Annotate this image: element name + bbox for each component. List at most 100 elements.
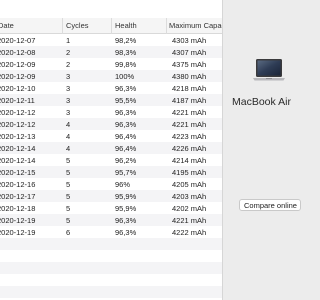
cell-capacity: 4195 mAh bbox=[172, 167, 207, 177]
cell-date: 2020-12-14 bbox=[0, 143, 36, 153]
cell-health: 96,3% bbox=[115, 119, 137, 129]
cell-date: 2020-12-19 bbox=[0, 227, 36, 237]
cell-cycles: 3 bbox=[66, 107, 71, 117]
panel-divider bbox=[222, 0, 223, 300]
table-row[interactable]: 2020-12-18 5 95,9% 4202 mAh bbox=[0, 202, 222, 214]
cell-date: 2020-12-17 bbox=[0, 191, 36, 201]
device-name: MacBook Air bbox=[232, 96, 291, 108]
cell-date: 2020-12-07 bbox=[0, 35, 36, 45]
cell-date: 2020-12-08 bbox=[0, 47, 36, 57]
cell-capacity: 4221 mAh bbox=[172, 107, 207, 117]
table-row[interactable]: 2020-12-12 3 96,3% 4221 mAh bbox=[0, 106, 222, 118]
cell-cycles: 3 bbox=[66, 71, 71, 81]
cell-date: 2020-12-12 bbox=[0, 107, 36, 117]
cell-health: 96,3% bbox=[115, 107, 137, 117]
column-header-health[interactable]: Health bbox=[115, 21, 137, 30]
table-row[interactable]: 2020-12-09 2 99,8% 4375 mAh bbox=[0, 58, 222, 70]
cell-date: 2020-12-16 bbox=[0, 179, 36, 189]
table-row[interactable]: 2020-12-15 5 95,7% 4195 mAh bbox=[0, 166, 222, 178]
cell-capacity: 4222 mAh bbox=[172, 227, 207, 237]
cell-health: 95,5% bbox=[115, 95, 137, 105]
cell-cycles: 5 bbox=[66, 191, 71, 201]
table-row[interactable]: 2020-12-13 4 96,4% 4223 mAh bbox=[0, 130, 222, 142]
cell-cycles: 4 bbox=[66, 143, 71, 153]
cell-cycles: 2 bbox=[66, 59, 71, 69]
cell-cycles: 5 bbox=[66, 155, 71, 165]
compare-online-button[interactable]: Compare online bbox=[239, 199, 301, 211]
table-row[interactable]: 2020-12-19 5 96,3% 4221 mAh bbox=[0, 214, 222, 226]
table-row[interactable] bbox=[0, 286, 222, 298]
cell-capacity: 4187 mAh bbox=[172, 95, 207, 105]
cell-capacity: 4307 mAh bbox=[172, 47, 207, 57]
cell-date: 2020-12-09 bbox=[0, 59, 36, 69]
cell-cycles: 1 bbox=[66, 35, 71, 45]
laptop-icon bbox=[252, 58, 286, 84]
table-row[interactable]: 2020-12-16 5 96% 4205 mAh bbox=[0, 178, 222, 190]
table-row[interactable]: 2020-12-11 3 95,5% 4187 mAh bbox=[0, 94, 222, 106]
table-row[interactable] bbox=[0, 262, 222, 274]
table-row[interactable] bbox=[0, 238, 222, 250]
table-row[interactable] bbox=[0, 250, 222, 262]
cell-cycles: 3 bbox=[66, 83, 71, 93]
cell-health: 95,9% bbox=[115, 191, 137, 201]
table-row[interactable]: 2020-12-17 5 95,9% 4203 mAh bbox=[0, 190, 222, 202]
cell-health: 96,3% bbox=[115, 227, 137, 237]
battery-history-table: Date Cycles Health Maximum Capacity 2020… bbox=[0, 0, 222, 300]
column-header-cycles[interactable]: Cycles bbox=[66, 21, 89, 30]
cell-health: 99,8% bbox=[115, 59, 137, 69]
table-row[interactable]: 2020-12-12 4 96,3% 4221 mAh bbox=[0, 118, 222, 130]
cell-health: 96,2% bbox=[115, 155, 137, 165]
cell-cycles: 4 bbox=[66, 131, 71, 141]
column-header-maximum-capacity[interactable]: Maximum Capacity bbox=[169, 21, 222, 30]
cell-date: 2020-12-19 bbox=[0, 215, 36, 225]
cell-capacity: 4375 mAh bbox=[172, 59, 207, 69]
cell-date: 2020-12-11 bbox=[0, 95, 35, 105]
table-row[interactable]: 2020-12-14 5 96,2% 4214 mAh bbox=[0, 154, 222, 166]
cell-cycles: 6 bbox=[66, 227, 71, 237]
cell-health: 96,3% bbox=[115, 215, 137, 225]
cell-date: 2020-12-14 bbox=[0, 155, 36, 165]
cell-health: 98,2% bbox=[115, 35, 137, 45]
table-row[interactable] bbox=[0, 274, 222, 286]
table-row[interactable]: 2020-12-07 1 98,2% 4303 mAh bbox=[0, 34, 222, 46]
cell-capacity: 4221 mAh bbox=[172, 215, 207, 225]
column-divider[interactable] bbox=[166, 18, 167, 34]
cell-capacity: 4202 mAh bbox=[172, 203, 207, 213]
cell-cycles: 2 bbox=[66, 47, 71, 57]
cell-date: 2020-12-10 bbox=[0, 83, 36, 93]
cell-health: 95,9% bbox=[115, 203, 137, 213]
cell-date: 2020-12-18 bbox=[0, 203, 36, 213]
table-row[interactable]: 2020-12-10 3 96,3% 4218 mAh bbox=[0, 82, 222, 94]
cell-health: 96,3% bbox=[115, 83, 137, 93]
cell-capacity: 4214 mAh bbox=[172, 155, 207, 165]
cell-cycles: 5 bbox=[66, 203, 71, 213]
table-body: 2020-12-07 1 98,2% 4303 mAh 2020-12-08 2 98,3%… bbox=[0, 34, 222, 298]
cell-capacity: 4205 mAh bbox=[172, 179, 207, 189]
column-header-date[interactable]: Date bbox=[0, 21, 14, 30]
column-divider[interactable] bbox=[111, 18, 112, 34]
column-divider[interactable] bbox=[62, 18, 63, 34]
cell-cycles: 5 bbox=[66, 215, 71, 225]
cell-cycles: 3 bbox=[66, 95, 71, 105]
cell-capacity: 4223 mAh bbox=[172, 131, 207, 141]
cell-health: 95,7% bbox=[115, 167, 137, 177]
cell-health: 100% bbox=[115, 71, 135, 81]
cell-date: 2020-12-15 bbox=[0, 167, 36, 177]
cell-health: 98,3% bbox=[115, 47, 137, 57]
table-row[interactable]: 2020-12-09 3 100% 4380 mAh bbox=[0, 70, 222, 82]
cell-cycles: 5 bbox=[66, 167, 71, 177]
cell-health: 96,4% bbox=[115, 131, 137, 141]
cell-capacity: 4203 mAh bbox=[172, 191, 207, 201]
cell-health: 96,4% bbox=[115, 143, 137, 153]
cell-date: 2020-12-09 bbox=[0, 71, 36, 81]
cell-health: 96% bbox=[115, 179, 131, 189]
cell-capacity: 4221 mAh bbox=[172, 119, 207, 129]
table-row[interactable]: 2020-12-08 2 98,3% 4307 mAh bbox=[0, 46, 222, 58]
table-row[interactable]: 2020-12-19 6 96,3% 4222 mAh bbox=[0, 226, 222, 238]
cell-capacity: 4226 mAh bbox=[172, 143, 207, 153]
cell-date: 2020-12-12 bbox=[0, 119, 36, 129]
cell-capacity: 4218 mAh bbox=[172, 83, 207, 93]
table-row[interactable]: 2020-12-14 4 96,4% 4226 mAh bbox=[0, 142, 222, 154]
cell-capacity: 4303 mAh bbox=[172, 35, 207, 45]
cell-cycles: 5 bbox=[66, 179, 71, 189]
